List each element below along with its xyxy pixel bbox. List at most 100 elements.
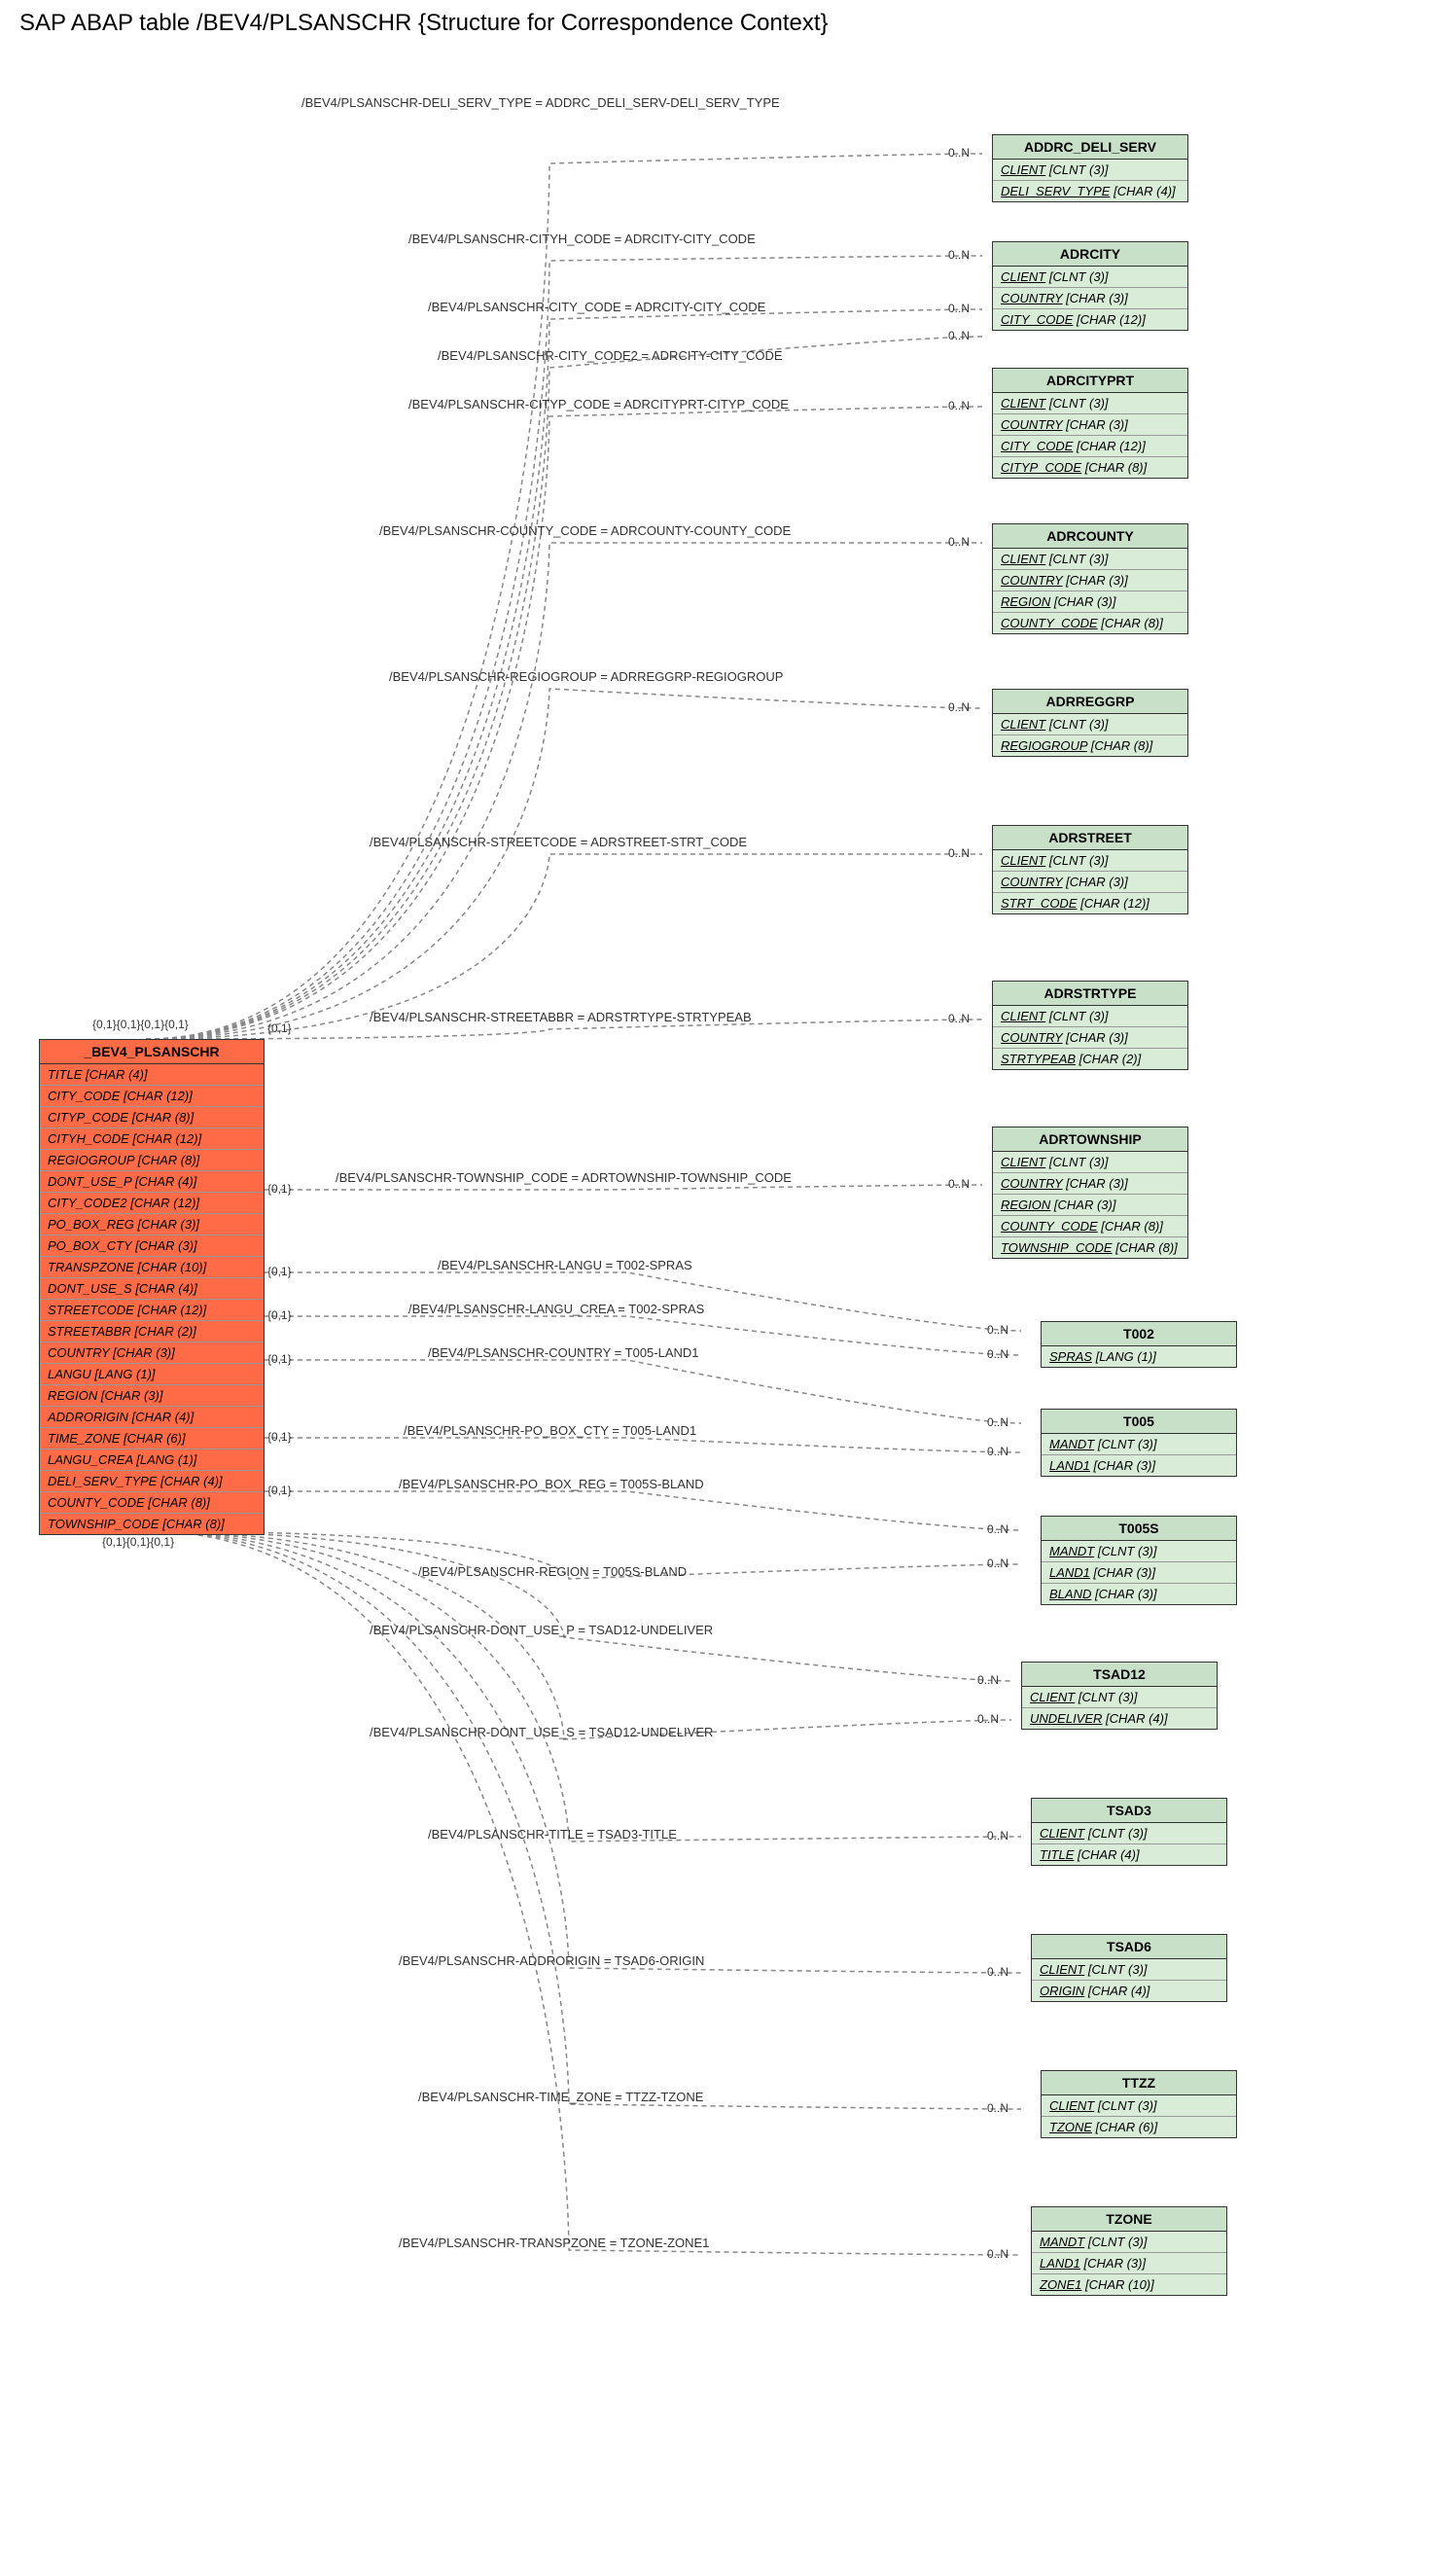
entity-field: COUNTY_CODE [CHAR (8)] (993, 1216, 1187, 1237)
relation-label: /BEV4/PLSANSCHR-COUNTRY = T005-LAND1 (428, 1345, 699, 1360)
entity-t005: T005MANDT [CLNT (3)]LAND1 [CHAR (3)] (1041, 1409, 1237, 1477)
entity-field: TITLE [CHAR (4)] (40, 1064, 264, 1086)
entity-header: ADRSTREET (993, 826, 1187, 850)
entity-field: CLIENT [CLNT (3)] (993, 549, 1187, 570)
entity-field: REGION [CHAR (3)] (993, 1195, 1187, 1216)
entity-field: COUNTRY [CHAR (3)] (40, 1342, 264, 1364)
entity-field: CLIENT [CLNT (3)] (993, 160, 1187, 181)
cardinality-right: 0..N (948, 1177, 970, 1191)
cardinality-right: 0..N (977, 1712, 999, 1726)
entity-header: _BEV4_PLSANSCHR (40, 1040, 264, 1064)
entity-adrcounty: ADRCOUNTYCLIENT [CLNT (3)]COUNTRY [CHAR … (992, 523, 1188, 634)
relation-label: /BEV4/PLSANSCHR-STREETABBR = ADRSTRTYPE-… (370, 1010, 752, 1024)
entity-adrstrtype: ADRSTRTYPECLIENT [CLNT (3)]COUNTRY [CHAR… (992, 981, 1188, 1070)
entity-header: T005S (1042, 1517, 1236, 1541)
entity-field: STRT_CODE [CHAR (12)] (993, 893, 1187, 913)
entity-field: ORIGIN [CHAR (4)] (1032, 1981, 1226, 2001)
relation-label: /BEV4/PLSANSCHR-TIME_ZONE = TTZZ-TZONE (418, 2090, 703, 2104)
entity-t005s: T005SMANDT [CLNT (3)]LAND1 [CHAR (3)]BLA… (1041, 1516, 1237, 1605)
entity-field: CLIENT [CLNT (3)] (993, 1152, 1187, 1173)
entity-header: ADRTOWNSHIP (993, 1127, 1187, 1152)
entity-field: DONT_USE_P [CHAR (4)] (40, 1171, 264, 1193)
cardinality-right: 0..N (948, 1012, 970, 1025)
entity-adrcityprt: ADRCITYPRTCLIENT [CLNT (3)]COUNTRY [CHAR… (992, 368, 1188, 479)
entity-field: TRANSPZONE [CHAR (10)] (40, 1257, 264, 1278)
entity-field: COUNTRY [CHAR (3)] (993, 1173, 1187, 1195)
entity-field: COUNTY_CODE [CHAR (8)] (40, 1492, 264, 1514)
entity-field: REGIOGROUP [CHAR (8)] (993, 735, 1187, 756)
cardinality-right: 0..N (987, 2247, 1008, 2261)
entity-field: UNDELIVER [CHAR (4)] (1022, 1708, 1217, 1729)
entity-header: ADRCITYPRT (993, 369, 1187, 393)
entity-tsad6: TSAD6CLIENT [CLNT (3)]ORIGIN [CHAR (4)] (1031, 1934, 1227, 2002)
relation-label: /BEV4/PLSANSCHR-CITYP_CODE = ADRCITYPRT-… (408, 397, 789, 411)
entity-field: BLAND [CHAR (3)] (1042, 1584, 1236, 1604)
entity-header: TSAD3 (1032, 1799, 1226, 1823)
entity-adrstreet: ADRSTREETCLIENT [CLNT (3)]COUNTRY [CHAR … (992, 825, 1188, 914)
cardinality-right: 0..N (948, 700, 970, 714)
relation-label: /BEV4/PLSANSCHR-TOWNSHIP_CODE = ADRTOWNS… (336, 1170, 792, 1185)
relation-label: /BEV4/PLSANSCHR-COUNTY_CODE = ADRCOUNTY-… (379, 523, 791, 538)
relation-label: /BEV4/PLSANSCHR-ADDRORIGIN = TSAD6-ORIGI… (399, 1953, 704, 1968)
entity-adrcity: ADRCITYCLIENT [CLNT (3)]COUNTRY [CHAR (3… (992, 241, 1188, 331)
entity-field: TITLE [CHAR (4)] (1032, 1844, 1226, 1865)
relation-label: /BEV4/PLSANSCHR-TITLE = TSAD3-TITLE (428, 1827, 677, 1842)
relation-label: /BEV4/PLSANSCHR-LANGU_CREA = T002-SPRAS (408, 1302, 704, 1316)
cardinality-right: 0..N (948, 535, 970, 549)
entity-field: COUNTRY [CHAR (3)] (993, 414, 1187, 436)
entity-tzone: TZONEMANDT [CLNT (3)]LAND1 [CHAR (3)]ZON… (1031, 2206, 1227, 2296)
entity-tsad3: TSAD3CLIENT [CLNT (3)]TITLE [CHAR (4)] (1031, 1798, 1227, 1866)
relation-label: /BEV4/PLSANSCHR-PO_BOX_CTY = T005-LAND1 (404, 1423, 696, 1438)
relation-label: /BEV4/PLSANSCHR-REGIOGROUP = ADRREGGRP-R… (389, 669, 783, 684)
entity-field: CITYP_CODE [CHAR (8)] (993, 457, 1187, 478)
entity-field: COUNTRY [CHAR (3)] (993, 1027, 1187, 1049)
cardinality-cluster-top: {0,1}{0,1}{0,1}{0,1} (92, 1018, 189, 1031)
entity-_bev4_plsanschr: _BEV4_PLSANSCHRTITLE [CHAR (4)]CITY_CODE… (39, 1039, 265, 1535)
cardinality-right: 0..N (948, 846, 970, 860)
page-title: SAP ABAP table /BEV4/PLSANSCHR {Structur… (0, 0, 1450, 47)
entity-header: TTZZ (1042, 2071, 1236, 2095)
cardinality-right: 0..N (987, 1347, 1008, 1361)
cardinality-right: 0..N (987, 1829, 1008, 1843)
relation-label: /BEV4/PLSANSCHR-CITYH_CODE = ADRCITY-CIT… (408, 232, 756, 246)
entity-field: REGION [CHAR (3)] (993, 591, 1187, 613)
entity-field: COUNTY_CODE [CHAR (8)] (993, 613, 1187, 633)
relation-label: /BEV4/PLSANSCHR-PO_BOX_REG = T005S-BLAND (399, 1477, 704, 1491)
entity-field: TZONE [CHAR (6)] (1042, 2117, 1236, 2137)
entity-adrreggrp: ADRREGGRPCLIENT [CLNT (3)]REGIOGROUP [CH… (992, 689, 1188, 757)
entity-field: STREETABBR [CHAR (2)] (40, 1321, 264, 1342)
entity-field: CLIENT [CLNT (3)] (1042, 2095, 1236, 2117)
entity-field: REGIOGROUP [CHAR (8)] (40, 1150, 264, 1171)
entity-field: DELI_SERV_TYPE [CHAR (4)] (40, 1471, 264, 1492)
relation-label: /BEV4/PLSANSCHR-LANGU = T002-SPRAS (438, 1258, 692, 1272)
cardinality-left: {0,1} (267, 1265, 292, 1278)
cardinality-right: 0..N (987, 1323, 1008, 1337)
entity-header: TSAD12 (1022, 1663, 1217, 1687)
entity-ttzz: TTZZCLIENT [CLNT (3)]TZONE [CHAR (6)] (1041, 2070, 1237, 2138)
cardinality-left: {0,1} (267, 1021, 292, 1035)
relation-label: /BEV4/PLSANSCHR-CITY_CODE = ADRCITY-CITY… (428, 300, 765, 314)
entity-field: REGION [CHAR (3)] (40, 1385, 264, 1407)
cardinality-right: 0..N (948, 399, 970, 412)
cardinality-right: 0..N (987, 1522, 1008, 1536)
relation-label: /BEV4/PLSANSCHR-TRANSPZONE = TZONE-ZONE1 (399, 2236, 709, 2250)
entity-field: CITYH_CODE [CHAR (12)] (40, 1128, 264, 1150)
cardinality-right: 0..N (987, 1445, 1008, 1458)
entity-field: MANDT [CLNT (3)] (1032, 2232, 1226, 2253)
entity-field: DONT_USE_S [CHAR (4)] (40, 1278, 264, 1300)
entity-field: STRTYPEAB [CHAR (2)] (993, 1049, 1187, 1069)
entity-header: ADRREGGRP (993, 690, 1187, 714)
entity-field: LAND1 [CHAR (3)] (1032, 2253, 1226, 2274)
cardinality-left: {0,1} (267, 1484, 292, 1497)
entity-field: DELI_SERV_TYPE [CHAR (4)] (993, 181, 1187, 201)
relation-label: /BEV4/PLSANSCHR-DONT_USE_S = TSAD12-UNDE… (370, 1725, 713, 1739)
cardinality-right: 0..N (977, 1673, 999, 1687)
entity-field: STREETCODE [CHAR (12)] (40, 1300, 264, 1321)
entity-field: COUNTRY [CHAR (3)] (993, 570, 1187, 591)
cardinality-right: 0..N (987, 2101, 1008, 2115)
entity-field: PO_BOX_REG [CHAR (3)] (40, 1214, 264, 1235)
entity-header: TZONE (1032, 2207, 1226, 2232)
entity-header: ADRCITY (993, 242, 1187, 267)
entity-field: LANGU [LANG (1)] (40, 1364, 264, 1385)
cardinality-right: 0..N (948, 146, 970, 160)
